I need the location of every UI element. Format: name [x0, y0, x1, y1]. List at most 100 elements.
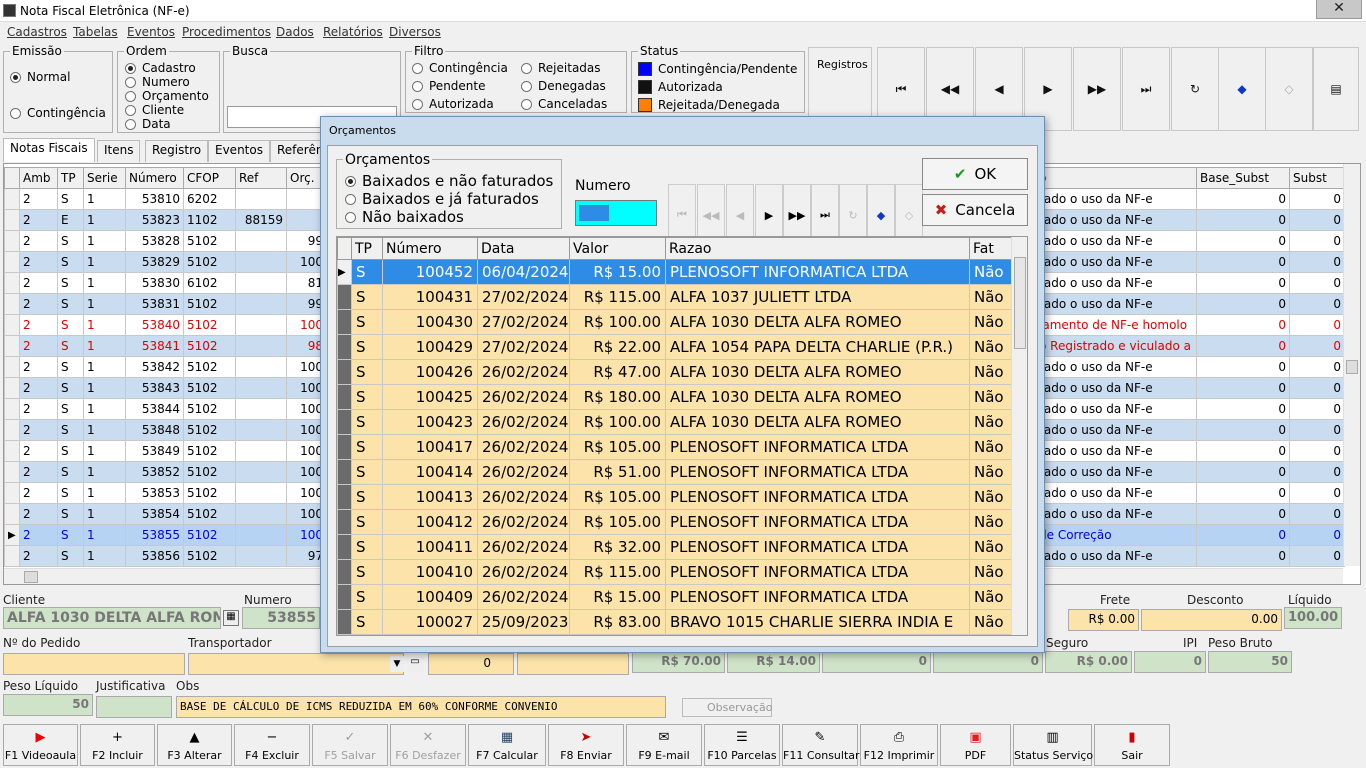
toolbar-status-button[interactable]: ▥ Status Serviço [1013, 724, 1093, 766]
toolbar-sair-button[interactable]: ▮ Sair [1094, 724, 1170, 766]
tab-eventos[interactable]: Eventos [208, 140, 270, 162]
toolbar-f4-button[interactable]: − F4 Excluir [234, 724, 310, 766]
cliente-field[interactable]: ALFA 1030 DELTA ALFA ROMEO [3, 607, 221, 629]
dialog-ok-button[interactable]: ✔ OK [922, 158, 1028, 190]
dcol-tp[interactable]: TP [351, 237, 383, 260]
orcamento-row[interactable]: S 100413 26/02/2024 R$ 105.00 PLENOSOFT INFO… [337, 484, 1012, 510]
pedido-field[interactable] [3, 653, 185, 675]
dialog-option-ja-faturados[interactable]: Baixados e já faturados [345, 190, 539, 208]
col-base-subst[interactable]: Base_Subst [1196, 167, 1290, 189]
orcamentos-vscroll[interactable] [1011, 237, 1027, 635]
col-numero[interactable]: Número [125, 167, 184, 189]
orcamento-row[interactable]: S 100430 27/02/2024 R$ 100.00 ALFA 1030 DELT… [337, 309, 1012, 335]
dialog-option-nao-baixados[interactable]: Não baixados [345, 208, 464, 226]
col-mensagem[interactable]: o [1035, 167, 1197, 189]
dcol-fat[interactable]: Fat [969, 237, 1012, 260]
filtro-pendente-radio[interactable]: Pendente [412, 79, 486, 93]
orcamento-row[interactable]: S 100411 26/02/2024 R$ 32.00 PLENOSOFT INFOR… [337, 534, 1012, 560]
dialog-option-nao-faturados[interactable]: Baixados e não faturados [345, 172, 553, 190]
orcamento-row[interactable]: S 100425 26/02/2024 R$ 180.00 ALFA 1030 DELT… [337, 384, 1012, 410]
orcamento-row[interactable]: S 100412 26/02/2024 R$ 105.00 PLENOSOFT INFO… [337, 509, 1012, 535]
col-tp[interactable]: TP [57, 167, 84, 189]
menu-procedimentos[interactable]: Procedimentos [182, 25, 271, 39]
grid-config-button[interactable]: ▤ [1313, 47, 1359, 131]
ordem-numero-radio[interactable]: Numero [125, 75, 190, 89]
dcol-razao[interactable]: Razao [665, 237, 970, 260]
orcamento-row[interactable]: S 100410 26/02/2024 R$ 115.00 PLENOSOFT INFO… [337, 559, 1012, 585]
refresh-button[interactable]: ↻ [1171, 47, 1219, 131]
orcamento-row[interactable]: S 100417 26/02/2024 R$ 105.00 PLENOSOFT INFO… [337, 434, 1012, 460]
observacao-button[interactable]: Observação [682, 698, 772, 717]
dcol-valor[interactable]: Valor [569, 237, 666, 260]
dcol-data[interactable]: Data [477, 237, 570, 260]
toolbar-f7-button[interactable]: ▦ F7 Calcular [468, 724, 546, 766]
menu-diversos[interactable]: Diversos [389, 25, 441, 39]
orcamento-row[interactable]: S 100027 25/09/2023 R$ 83.00 BRAVO 1015 CHAR… [337, 609, 1012, 635]
menu-cadastros[interactable]: Cadastros [7, 25, 67, 39]
tab-registro[interactable]: Registro [145, 140, 209, 162]
toolbar-f9-button[interactable]: ✉ F9 E-mail [626, 724, 702, 766]
liquido-field[interactable]: 100.00 [1284, 607, 1342, 629]
ordem-orcamento-radio[interactable]: Orçamento [125, 89, 209, 103]
dialog-numero-field[interactable] [575, 200, 657, 226]
last-record-button[interactable]: ⏭ [1122, 47, 1170, 131]
justificativa-field[interactable] [96, 696, 172, 718]
toolbar-pdf-button[interactable]: ▣ PDF [940, 724, 1011, 766]
blank-field[interactable] [517, 653, 629, 675]
emissao-normal-radio[interactable]: Normal [10, 70, 70, 84]
transportador-dropdown-button[interactable]: ▼ [390, 656, 404, 672]
nf-grid-vscroll[interactable] [1343, 164, 1360, 566]
peso-liquido-field[interactable]: 50 [3, 694, 93, 716]
ordem-cadastro-radio[interactable]: Cadastro [125, 61, 196, 75]
orcamentos-vscroll-thumb[interactable] [1014, 257, 1026, 349]
orcamento-row[interactable]: S 100409 26/02/2024 R$ 15.00 PLENOSOFT INFOR… [337, 584, 1012, 610]
col-amb[interactable]: Amb [19, 167, 58, 189]
ordem-cliente-radio[interactable]: Cliente [125, 103, 184, 117]
cliente-lookup-button[interactable]: ▦ [223, 610, 239, 626]
menu-tabelas[interactable]: Tabelas [73, 25, 118, 39]
col-serie[interactable]: Serie [83, 167, 126, 189]
nf-grid-hscroll-thumb[interactable] [24, 571, 38, 583]
tab-referencias[interactable]: Referên [270, 140, 326, 162]
filtro-denegadas-radio[interactable]: Denegadas [521, 79, 606, 93]
menu-eventos[interactable]: Eventos [127, 25, 175, 39]
orcamentos-grid[interactable]: TP Número Data Valor Razao Fat ▶ S 100452 0… [336, 236, 1028, 636]
toolbar-f6-button[interactable]: ✕ F6 Desfazer [390, 724, 466, 766]
next-page-button[interactable]: ▶▶ [1073, 47, 1121, 131]
toolbar-f1-button[interactable]: ▶ F1 Videoaula [3, 724, 78, 766]
zero-field[interactable]: 0 [428, 653, 514, 675]
close-button[interactable]: ✕ [1316, 0, 1362, 19]
tab-itens[interactable]: Itens [97, 140, 141, 162]
orcamento-row[interactable]: S 100429 27/02/2024 R$ 22.00 ALFA 1054 PAPA … [337, 334, 1012, 360]
toolbar-f2-button[interactable]: + F2 Incluir [80, 724, 155, 766]
toolbar-f12-button[interactable]: ⎙ F12 Imprimir [860, 724, 938, 766]
orcamento-row[interactable]: S 100414 26/02/2024 R$ 51.00 PLENOSOFT INFOR… [337, 459, 1012, 485]
nf-grid-vscroll-thumb[interactable] [1346, 360, 1358, 374]
toolbar-f5-button[interactable]: ✓ F5 Salvar [312, 724, 388, 766]
orcamento-row[interactable]: S 100423 26/02/2024 R$ 100.00 ALFA 1030 DELT… [337, 409, 1012, 435]
goto-button[interactable]: ◇ [1265, 47, 1313, 131]
bookmark-button[interactable]: ◆ [1218, 47, 1266, 131]
numero-field[interactable]: 53855 [242, 607, 320, 629]
frete-field[interactable]: R$ 0.00 [1068, 609, 1139, 631]
obs-field[interactable]: BASE DE CÁLCULO DE ICMS REDUZIDA EM 60% … [176, 696, 666, 718]
col-subst[interactable]: Subst [1289, 167, 1345, 189]
ordem-data-radio[interactable]: Data [125, 117, 171, 131]
menu-dados[interactable]: Dados [276, 25, 314, 39]
filtro-autorizada-radio[interactable]: Autorizada [412, 97, 494, 111]
filtro-contingencia-radio[interactable]: Contingência [412, 61, 508, 75]
menu-relatorios[interactable]: Relatórios [323, 25, 383, 39]
desconto-field[interactable]: 0.00 [1141, 609, 1282, 631]
toolbar-f10-button[interactable]: ☰ F10 Parcelas [704, 724, 780, 766]
transportador-folder-button[interactable]: ▭ [406, 656, 424, 672]
orcamento-row[interactable]: ▶ S 100452 06/04/2024 R$ 15.00 PLENOSOFT INFO… [337, 259, 1012, 285]
orcamento-row[interactable]: S 100426 26/02/2024 R$ 47.00 ALFA 1030 DELTA… [337, 359, 1012, 385]
orcamento-row[interactable]: S 100431 27/02/2024 R$ 115.00 ALFA 1037 JULI… [337, 284, 1012, 310]
filtro-rejeitadas-radio[interactable]: Rejeitadas [521, 61, 601, 75]
tab-notas-fiscais[interactable]: Notas Fiscais [3, 138, 95, 162]
toolbar-f11-button[interactable]: ✎ F11 Consultar [782, 724, 860, 766]
col-cfop[interactable]: CFOP [183, 167, 236, 189]
dialog-cancel-button[interactable]: ✖ Cancela [922, 194, 1028, 226]
transportador-field[interactable] [188, 653, 404, 675]
filtro-canceladas-radio[interactable]: Canceladas [521, 97, 607, 111]
